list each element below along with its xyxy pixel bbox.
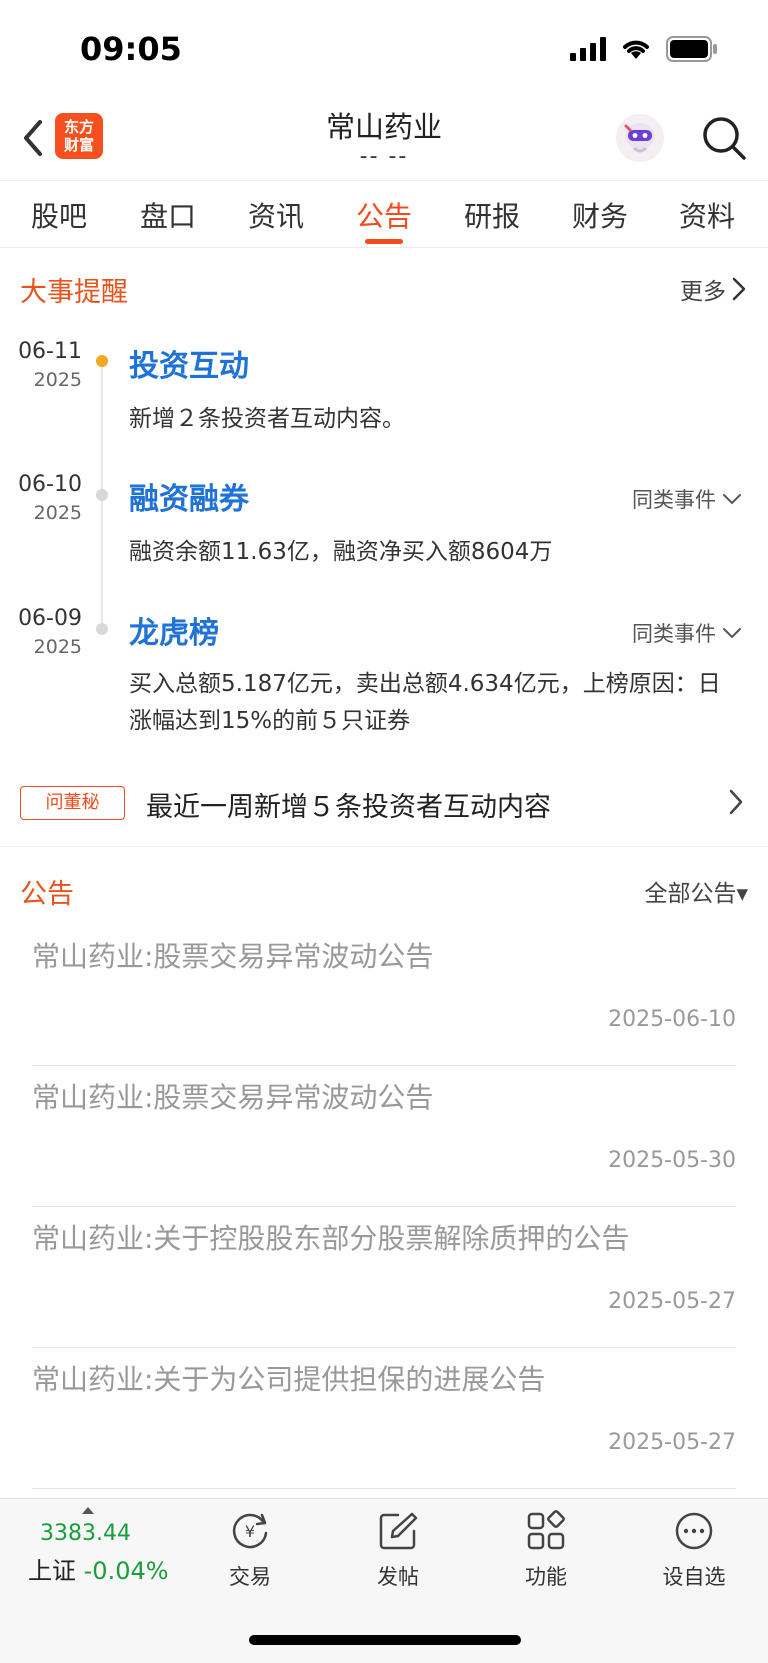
chevron-right-icon: [729, 789, 743, 815]
index-change: -0.04%: [83, 1557, 169, 1585]
tab-pankou[interactable]: 盘口: [128, 195, 208, 235]
tab-bar: 股吧 盘口 资讯 公告 研报 财务 资料: [0, 180, 768, 248]
status-time: 09:05: [80, 30, 182, 68]
ai-robot-icon[interactable]: [616, 114, 664, 162]
similar-events-label: 同类事件: [632, 622, 716, 646]
nav-trade[interactable]: ¥ 交易: [200, 1509, 300, 1591]
expand-up-icon[interactable]: [82, 1507, 94, 1514]
chevron-right-icon: [732, 277, 746, 301]
more-label: 更多: [680, 279, 726, 305]
similar-events-label: 同类事件: [632, 488, 716, 512]
status-icons: [570, 36, 718, 62]
timeline-dot: [96, 489, 108, 501]
header: 东方 财富 常山药业 -- --: [0, 100, 768, 180]
notice-item[interactable]: 常山药业:股票交易异常波动公告 2025-05-30: [32, 1066, 736, 1207]
nav-post-label: 发帖: [377, 1565, 419, 1589]
event-title[interactable]: 投资互动: [129, 341, 249, 385]
nav-add-watchlist[interactable]: 设自选: [644, 1509, 744, 1591]
wifi-icon: [623, 40, 649, 59]
event-title[interactable]: 融资融券: [129, 474, 249, 518]
tab-announcements[interactable]: 公告: [344, 195, 424, 235]
search-icon[interactable]: [700, 114, 748, 162]
timeline-dot: [96, 623, 108, 635]
notices-section-title: 公告: [20, 879, 74, 910]
similar-events-link[interactable]: 同类事件: [632, 618, 742, 648]
yen-exchange-icon: ¥: [232, 1513, 268, 1549]
notice-date: 2025-05-27: [608, 1289, 736, 1314]
index-ticker[interactable]: 上证 -0.04%: [28, 1551, 169, 1586]
apps-grid-icon: [527, 1510, 565, 1550]
chevron-down-icon: [723, 494, 741, 505]
ask-secretary-text: 最近一周新增５条投资者互动内容: [146, 792, 551, 823]
similar-events-link[interactable]: 同类事件: [632, 484, 742, 514]
active-tab-indicator: [365, 239, 403, 244]
notice-filter-dropdown[interactable]: 全部公告▾: [644, 874, 748, 908]
chevron-down-icon: [723, 628, 741, 639]
notice-item[interactable]: 常山药业:关于为公司提供担保的进展公告 2025-05-27: [32, 1348, 736, 1489]
section-divider: [0, 846, 768, 847]
event-date: 06-10: [18, 472, 82, 497]
event-desc: 新增２条投资者互动内容。: [129, 406, 405, 432]
event-desc: 融资余额11.63亿，融资净买入额8604万: [129, 539, 553, 565]
tab-profile[interactable]: 资料: [667, 195, 747, 235]
event-date: 06-11: [18, 339, 82, 364]
events-section-title: 大事提醒: [20, 277, 128, 308]
nav-trade-label: 交易: [229, 1565, 271, 1589]
notice-title: 常山药业:关于为公司提供担保的进展公告: [32, 1363, 546, 1396]
tab-finance[interactable]: 财务: [560, 195, 640, 235]
notice-title: 常山药业:股票交易异常波动公告: [32, 1081, 434, 1114]
event-desc: 买入总额5.187亿元，卖出总额4.634亿元，上榜原因：日涨幅达到15%的前５…: [129, 671, 721, 734]
event-year: 2025: [33, 502, 82, 524]
index-value[interactable]: 3383.44: [40, 1521, 131, 1546]
more-dots-icon: [675, 1512, 713, 1550]
edit-post-icon: [379, 1512, 418, 1550]
notice-title: 常山药业:关于控股股东部分股票解除质押的公告: [32, 1222, 630, 1255]
ask-secretary-row[interactable]: 问董秘 最近一周新增５条投资者互动内容: [0, 780, 768, 846]
events-more-link[interactable]: 更多: [680, 272, 746, 306]
home-indicator[interactable]: [249, 1635, 521, 1645]
event-year: 2025: [33, 636, 82, 658]
tab-guba[interactable]: 股吧: [19, 195, 99, 235]
index-name: 上证: [28, 1557, 76, 1585]
tab-research[interactable]: 研报: [452, 195, 532, 235]
notice-item[interactable]: 常山药业:股票交易异常波动公告 2025-06-10: [32, 925, 736, 1066]
notice-date: 2025-05-30: [608, 1148, 736, 1173]
nav-functions-label: 功能: [525, 1565, 567, 1589]
notice-item[interactable]: 常山药业:关于控股股东部分股票解除质押的公告 2025-05-27: [32, 1207, 736, 1348]
notice-date: 2025-05-27: [608, 1430, 736, 1455]
event-date: 06-09: [18, 606, 82, 631]
battery-icon: [666, 36, 717, 62]
ask-secretary-badge: 问董秘: [20, 786, 125, 820]
nav-add-watchlist-label: 设自选: [662, 1565, 726, 1589]
status-bar: 09:05: [0, 0, 768, 100]
notice-date: 2025-06-10: [608, 1007, 736, 1032]
svg-text:¥: ¥: [245, 1522, 255, 1541]
notice-title: 常山药业:股票交易异常波动公告: [32, 940, 434, 973]
event-year: 2025: [33, 369, 82, 391]
nav-post[interactable]: 发帖: [348, 1509, 448, 1591]
tab-news[interactable]: 资讯: [236, 195, 316, 235]
nav-functions[interactable]: 功能: [496, 1509, 596, 1591]
signal-icon: [570, 37, 606, 61]
event-title[interactable]: 龙虎榜: [129, 608, 219, 652]
timeline-dot: [96, 355, 108, 367]
